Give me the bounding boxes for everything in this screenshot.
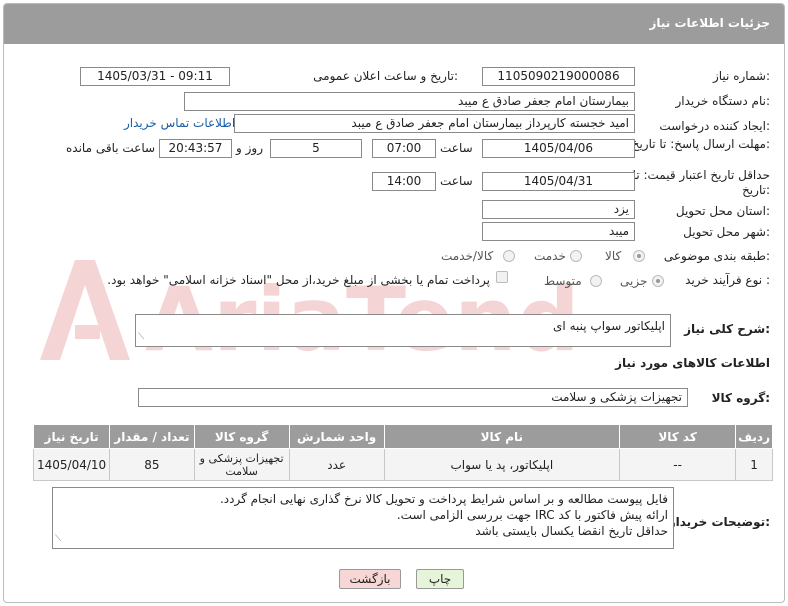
- cell-name: اپلیکاتور، پد یا سواب: [383, 448, 621, 481]
- category-label: طبقه بندی موضوعی:: [663, 249, 770, 263]
- validity-label: حداقل تاریخ اعتبار قیمت: تا تاریخ:: [632, 168, 770, 197]
- process-label: نوع فرآیند خرید :: [685, 273, 770, 287]
- category-service-radio[interactable]: [570, 250, 582, 262]
- process-partial-radio[interactable]: [652, 275, 664, 287]
- validity-time-field: 14:00: [372, 172, 436, 191]
- resize-handle-icon[interactable]: ⟋: [55, 531, 61, 547]
- table-row[interactable]: 1405/04/10 85 تجهیزات پزشکی و سلامت عدد …: [32, 448, 773, 481]
- announce-label: تاریخ و ساعت اعلان عمومی:: [313, 69, 458, 83]
- category-goods-label: کالا: [605, 249, 622, 263]
- contact-buyer-link[interactable]: اطلاعات تماس خریدار: [124, 116, 235, 130]
- description-label: شرح کلی نیاز:: [684, 322, 770, 336]
- city-label: شهر محل تحویل:: [683, 225, 770, 239]
- remaining-time-field: 20:43:57: [159, 139, 232, 158]
- goods-group-field: تجهیزات پزشکی و سلامت: [138, 388, 688, 407]
- goods-table: تاریخ نیاز تعداد / مقدار گروه کالا واحد …: [32, 424, 773, 481]
- notes-line: حداقل تاریخ انقضا یکسال بایستی باشد: [475, 524, 668, 538]
- cell-row: 1: [735, 448, 773, 481]
- process-partial-label: جزیی: [620, 274, 648, 288]
- city-field: میبد: [482, 222, 635, 241]
- cell-need-date: 1405/04/10: [32, 448, 111, 481]
- need-number-field: 1105090219000086: [482, 67, 635, 86]
- col-quantity: تعداد / مقدار: [109, 424, 195, 449]
- col-group: گروه کالا: [193, 424, 290, 449]
- notes-line: ارائه پیش فاکتور با کد IRC جهت بررسی الز…: [396, 508, 668, 522]
- notes-label: توضیحات خریدار:: [668, 515, 770, 529]
- notes-textarea[interactable]: فایل پیوست مطالعه و بر اساس شرایط پرداخت…: [52, 487, 674, 549]
- panel-header: جزئیات اطلاعات نیاز: [4, 4, 784, 44]
- treasury-payment-checkbox[interactable]: [496, 271, 508, 283]
- validity-date-field: 1405/04/31: [482, 172, 635, 191]
- cell-quantity: 85: [109, 448, 195, 481]
- deadline-time-field: 07:00: [372, 139, 436, 158]
- process-medium-radio[interactable]: [590, 275, 602, 287]
- category-goods-radio[interactable]: [633, 250, 645, 262]
- cell-unit: عدد: [288, 448, 385, 481]
- cell-code: --: [619, 448, 737, 481]
- page-title: جزئیات اطلاعات نیاز: [649, 16, 770, 30]
- category-both-label: کالا/خدمت: [441, 249, 494, 263]
- deadline-time-label: ساعت: [440, 141, 473, 155]
- col-name: نام کالا: [383, 424, 621, 449]
- deadline-label: مهلت ارسال پاسخ: تا تاریخ:: [631, 137, 770, 151]
- col-row: ردیف: [735, 424, 773, 449]
- print-button[interactable]: چاپ: [416, 569, 464, 589]
- need-number-label: شماره نیاز:: [712, 69, 770, 83]
- table-header-row: تاریخ نیاز تعداد / مقدار گروه کالا واحد …: [32, 424, 773, 449]
- description-textarea[interactable]: اپلیکاتور سواپ پنبه ای ⟋: [135, 314, 671, 347]
- description-text: اپلیکاتور سواپ پنبه ای: [553, 319, 665, 333]
- process-medium-label: متوسط: [544, 274, 582, 288]
- announce-field: 1405/03/31 - 09:11: [80, 67, 230, 86]
- deadline-date-field: 1405/04/06: [482, 139, 635, 158]
- col-unit: واحد شمارش: [288, 424, 385, 449]
- goods-group-label: گروه کالا:: [711, 391, 770, 405]
- goods-section-title: اطلاعات کالاهای مورد نیاز: [615, 356, 770, 370]
- days-label: روز و: [236, 141, 263, 155]
- days-field: 5: [270, 139, 362, 158]
- category-service-label: خدمت: [534, 249, 566, 263]
- category-both-radio[interactable]: [503, 250, 515, 262]
- cell-group: تجهیزات پزشکی و سلامت: [193, 448, 290, 481]
- creator-field: امید خجسته کارپرداز بیمارستان امام جعفر …: [234, 114, 635, 133]
- back-button[interactable]: بازگشت: [339, 569, 401, 589]
- remaining-label: ساعت باقی مانده: [66, 141, 156, 155]
- notes-line: فایل پیوست مطالعه و بر اساس شرایط پرداخت…: [219, 492, 668, 506]
- buyer-field: بیمارستان امام جعفر صادق ع میبد: [184, 92, 635, 111]
- creator-label: ایجاد کننده درخواست:: [659, 119, 770, 133]
- province-label: استان محل تحویل:: [675, 204, 770, 218]
- col-code: کد کالا: [619, 424, 737, 449]
- buyer-label: نام دستگاه خریدار:: [675, 94, 771, 108]
- col-need-date: تاریخ نیاز: [32, 424, 111, 449]
- validity-time-label: ساعت: [440, 174, 473, 188]
- treasury-payment-text: پرداخت تمام یا بخشی از مبلغ خرید،از محل …: [107, 273, 490, 287]
- resize-handle-icon[interactable]: ⟋: [138, 329, 144, 345]
- province-field: یزد: [482, 200, 635, 219]
